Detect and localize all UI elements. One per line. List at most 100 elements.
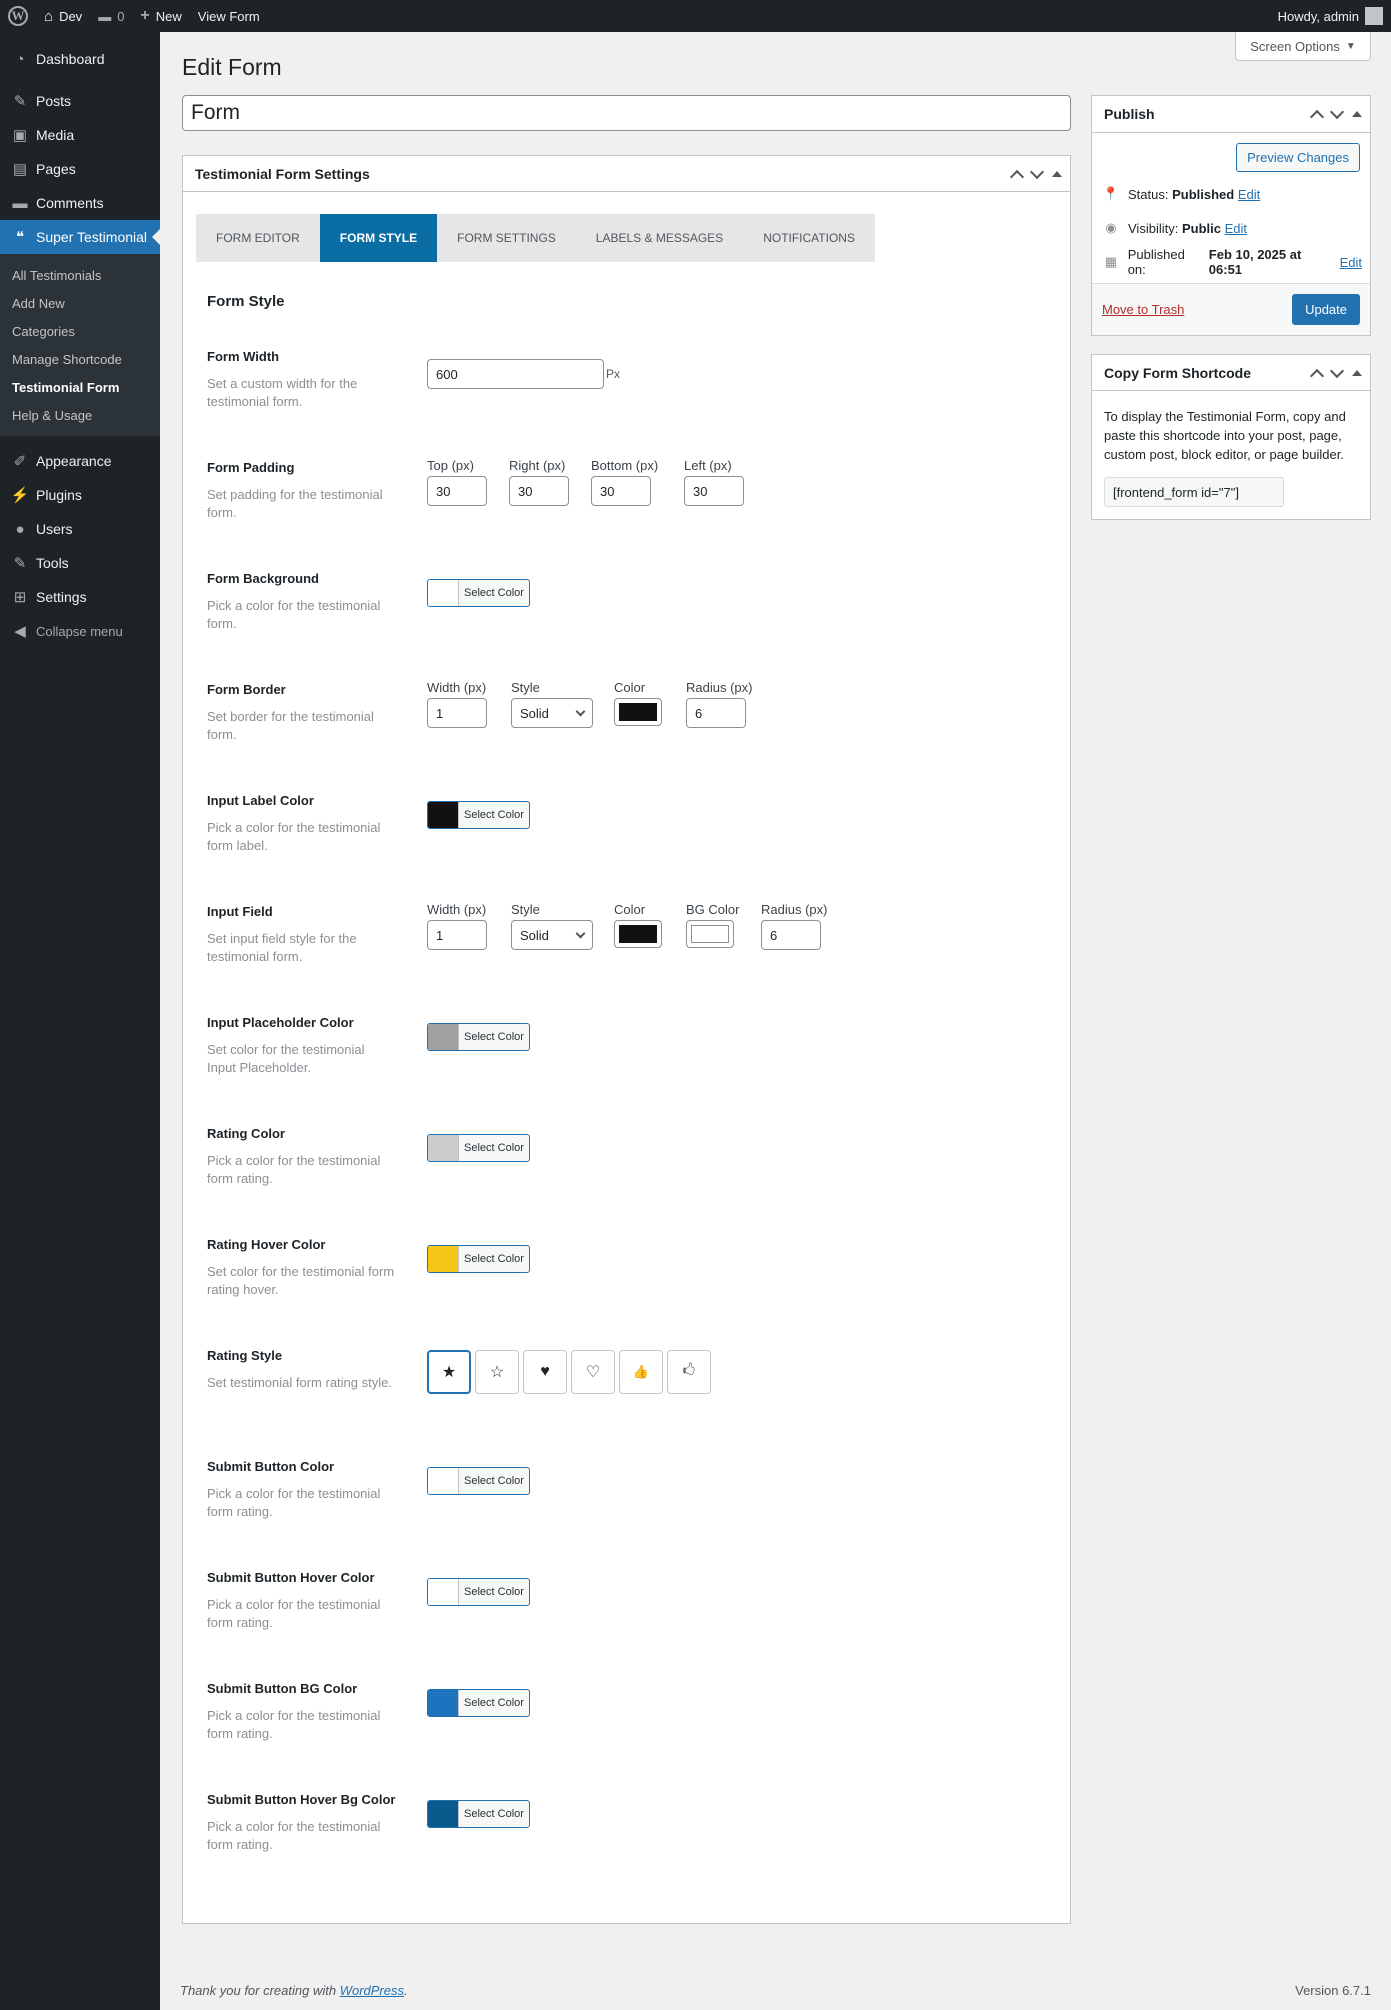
tab-form-editor[interactable]: FORM EDITOR xyxy=(196,214,320,262)
page-title: Edit Form xyxy=(182,54,282,80)
setting-placeholder-color: Input Placeholder Color Set color for th… xyxy=(207,1015,1027,1115)
field-width-input[interactable]: 1 xyxy=(427,920,487,950)
setting-form-width: Form Width Set a custom width for the te… xyxy=(207,349,1027,449)
move-down-icon[interactable] xyxy=(1329,363,1345,378)
preview-changes-button[interactable]: Preview Changes xyxy=(1236,143,1360,172)
border-color-picker[interactable] xyxy=(614,698,662,726)
wordpress-link[interactable]: WordPress xyxy=(340,1983,404,1998)
rating-option-star-filled[interactable]: ★ xyxy=(427,1350,471,1394)
move-down-icon[interactable] xyxy=(1029,164,1045,179)
publish-actions: Move to Trash Update xyxy=(1092,283,1370,335)
submit-hover-bg-color-picker[interactable]: Select Color xyxy=(427,1800,530,1828)
rating-option-heart-outline[interactable]: ♡ xyxy=(571,1350,615,1394)
rating-option-thumbs-filled[interactable]: 👍 xyxy=(619,1350,663,1394)
border-width-input[interactable]: 1 xyxy=(427,698,487,728)
input-label-color-picker[interactable]: Select Color xyxy=(427,801,530,829)
move-down-icon[interactable] xyxy=(1329,104,1345,119)
move-to-trash-link[interactable]: Move to Trash xyxy=(1102,302,1184,317)
border-radius-input[interactable]: 6 xyxy=(686,698,746,728)
menu-plugins[interactable]: ⚡ Plugins xyxy=(0,478,160,512)
rating-option-heart-filled[interactable]: ♥ xyxy=(523,1350,567,1394)
field-radius-input[interactable]: 6 xyxy=(761,920,821,950)
collapse-menu-button[interactable]: ◀ Collapse menu xyxy=(0,614,160,648)
update-button[interactable]: Update xyxy=(1292,294,1360,325)
setting-label: Form Border xyxy=(207,682,286,697)
padding-top-input[interactable]: 30 xyxy=(427,476,487,506)
shortcode-field[interactable]: [frontend_form id="7"] xyxy=(1104,477,1284,507)
rating-hover-color-picker[interactable]: Select Color xyxy=(427,1245,530,1273)
rating-color-picker[interactable]: Select Color xyxy=(427,1134,530,1162)
toggle-panel-icon[interactable] xyxy=(1352,111,1362,117)
move-up-icon[interactable] xyxy=(1309,109,1325,124)
submenu-all-testimonials[interactable]: All Testimonials xyxy=(0,261,160,289)
color-swatch xyxy=(428,1024,459,1050)
padding-left-input[interactable]: 30 xyxy=(684,476,744,506)
tab-notifications[interactable]: NOTIFICATIONS xyxy=(743,214,875,262)
eye-icon: ◉ xyxy=(1105,220,1117,235)
setting-label: Input Label Color xyxy=(207,793,314,808)
submit-bg-color-picker[interactable]: Select Color xyxy=(427,1689,530,1717)
dashboard-icon: ◔ xyxy=(15,50,25,68)
form-background-color-picker[interactable]: Select Color xyxy=(427,579,530,607)
rating-option-thumbs-outline[interactable]: 🖒 xyxy=(667,1350,711,1394)
publish-header: Publish xyxy=(1092,96,1370,133)
submenu-categories[interactable]: Categories xyxy=(0,317,160,345)
post-visibility: ◉ Visibility: Public Edit xyxy=(1102,211,1362,245)
form-width-input[interactable]: 600 xyxy=(427,359,604,389)
setting-label: Rating Hover Color xyxy=(207,1237,326,1252)
thumbs-up-outline-icon: 🖒 xyxy=(682,1362,696,1377)
toggle-panel-icon[interactable] xyxy=(1052,171,1062,177)
tab-labels-messages[interactable]: LABELS & MESSAGES xyxy=(576,214,743,262)
field-width-label: Width (px) xyxy=(427,902,487,917)
post-title-input[interactable]: Form xyxy=(182,95,1071,131)
move-up-icon[interactable] xyxy=(1009,169,1025,184)
avatar xyxy=(1365,7,1383,25)
field-style-select[interactable]: Solid xyxy=(511,920,593,950)
view-form-link[interactable]: View Form xyxy=(190,0,268,32)
edit-visibility-link[interactable]: Edit xyxy=(1225,221,1247,236)
field-bg-color-picker[interactable] xyxy=(686,920,734,948)
padding-right-input[interactable]: 30 xyxy=(509,476,569,506)
site-name-menu[interactable]: ⌂ Dev xyxy=(36,0,90,32)
menu-comments[interactable]: ▬ Comments xyxy=(0,186,160,220)
menu-tools[interactable]: ✎ Tools xyxy=(0,546,160,580)
submenu-manage-shortcode[interactable]: Manage Shortcode xyxy=(0,345,160,373)
toggle-panel-icon[interactable] xyxy=(1352,370,1362,376)
wp-logo-menu[interactable]: W xyxy=(0,0,36,32)
menu-dashboard[interactable]: ◔ Dashboard xyxy=(0,42,160,76)
submenu-add-new[interactable]: Add New xyxy=(0,289,160,317)
field-color-picker[interactable] xyxy=(614,920,662,948)
my-account-menu[interactable]: Howdy, admin xyxy=(1278,0,1383,32)
menu-posts[interactable]: ✎ Posts xyxy=(0,84,160,118)
edit-status-link[interactable]: Edit xyxy=(1238,187,1260,202)
menu-super-testimonial[interactable]: ❝ Super Testimonial xyxy=(0,220,160,254)
padding-bottom-input[interactable]: 30 xyxy=(591,476,651,506)
edit-date-link[interactable]: Edit xyxy=(1340,255,1362,270)
submenu-help-usage[interactable]: Help & Usage xyxy=(0,401,160,429)
menu-settings[interactable]: ⊞ Settings xyxy=(0,580,160,614)
menu-appearance[interactable]: ✐ Appearance xyxy=(0,444,160,478)
menu-media[interactable]: ▣ Media xyxy=(0,118,160,152)
tab-form-style[interactable]: FORM STYLE xyxy=(319,214,438,262)
menu-users[interactable]: ● Users xyxy=(0,512,160,546)
color-swatch xyxy=(691,925,729,943)
setting-description: Set input field style for the testimonia… xyxy=(207,931,357,964)
post-published-date: ▦ Published on: Feb 10, 2025 at 06:51 Edi… xyxy=(1102,245,1362,279)
shortcode-box: Copy Form Shortcode To display the Testi… xyxy=(1091,354,1371,520)
star-outline-icon: ☆ xyxy=(489,1364,505,1381)
new-content-menu[interactable]: + New xyxy=(132,0,189,32)
comments-menu[interactable]: ▬ 0 xyxy=(90,0,132,32)
menu-label: Users xyxy=(36,521,73,537)
unit-label: Px xyxy=(606,367,621,381)
setting-description: Set padding for the testimonial form. xyxy=(207,487,383,520)
menu-pages[interactable]: ▤ Pages xyxy=(0,152,160,186)
rating-option-star-outline[interactable]: ☆ xyxy=(475,1350,519,1394)
submit-hover-color-picker[interactable]: Select Color xyxy=(427,1578,530,1606)
submenu-testimonial-form[interactable]: Testimonial Form xyxy=(0,373,160,401)
submit-color-picker[interactable]: Select Color xyxy=(427,1467,530,1495)
border-style-select[interactable]: Solid xyxy=(511,698,593,728)
tab-form-settings[interactable]: FORM SETTINGS xyxy=(437,214,576,262)
screen-options-button[interactable]: Screen Options ▼ xyxy=(1235,32,1371,61)
move-up-icon[interactable] xyxy=(1309,368,1325,383)
placeholder-color-picker[interactable]: Select Color xyxy=(427,1023,530,1051)
